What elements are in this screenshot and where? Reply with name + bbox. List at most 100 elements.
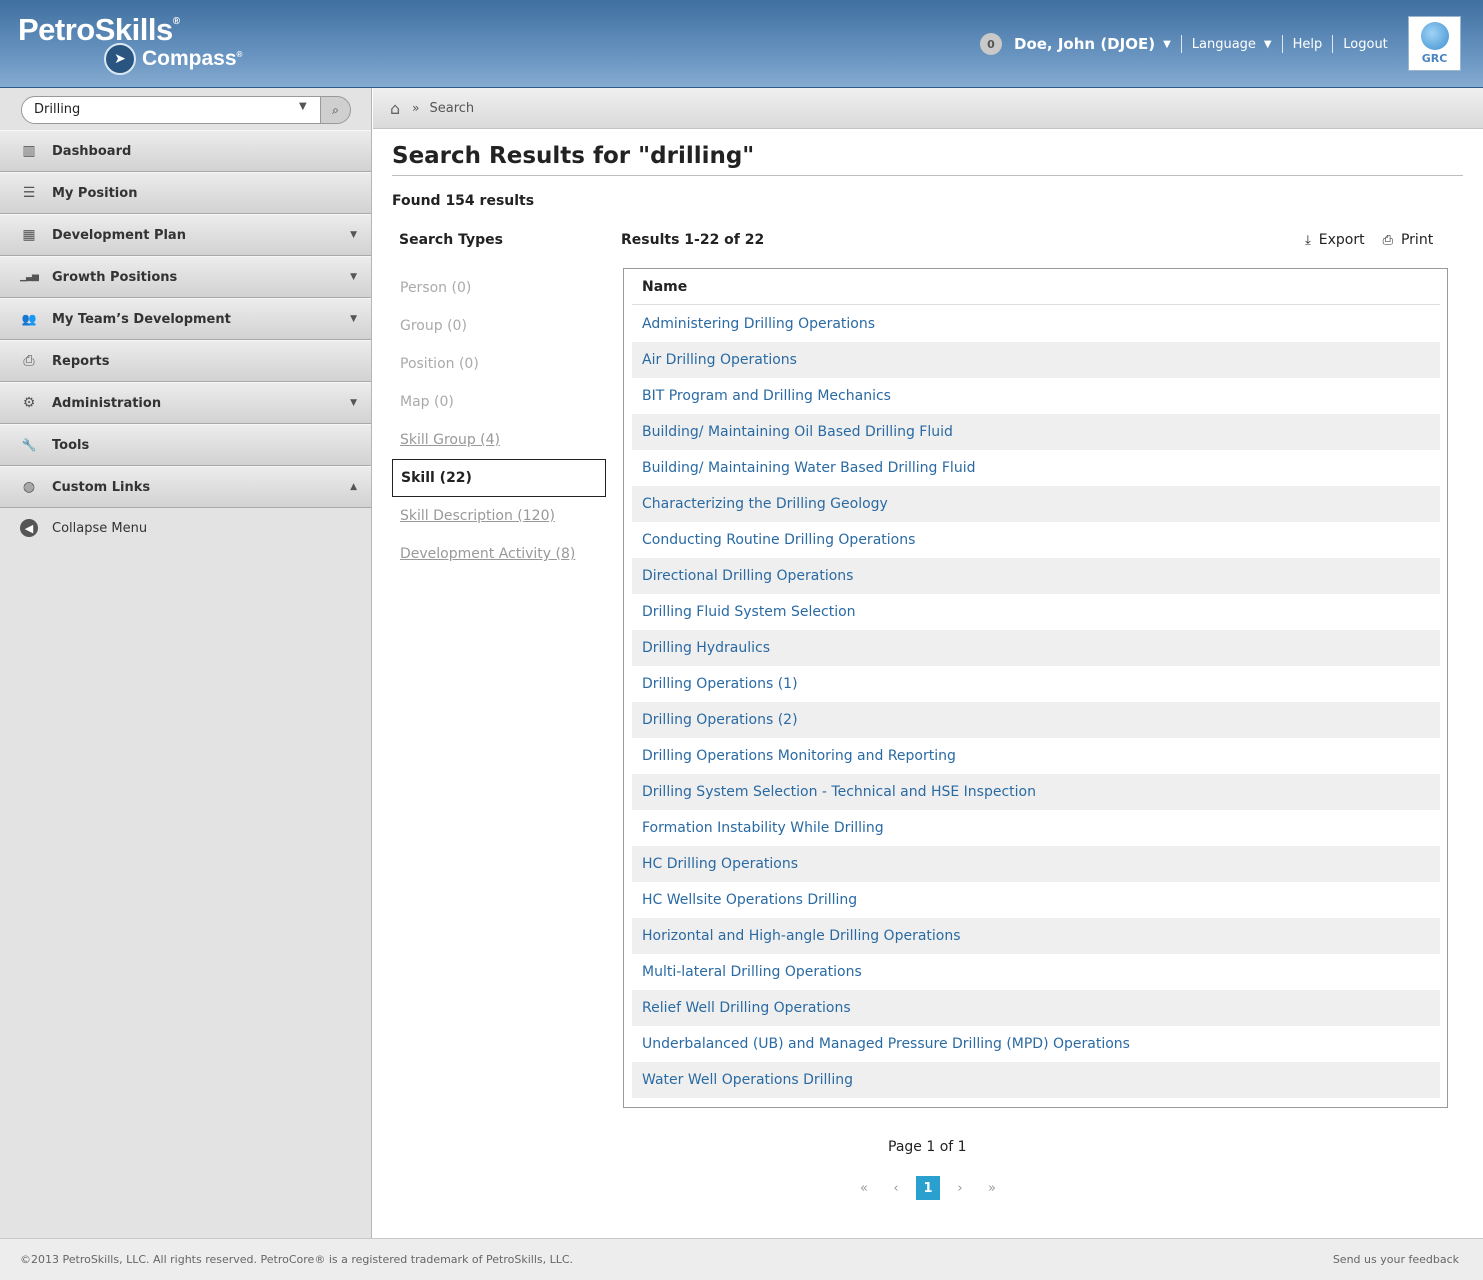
sidebar-item-my-position[interactable]: ☰ My Position [0, 172, 371, 214]
result-link[interactable]: Drilling Fluid System Selection [632, 594, 1440, 630]
product-name-text: Compass [142, 47, 237, 70]
chevron-down-icon[interactable]: ▼ [350, 398, 357, 408]
result-link[interactable]: Multi-lateral Drilling Operations [632, 954, 1440, 990]
grc-button[interactable]: GRC [1408, 16, 1461, 71]
chevron-up-icon[interactable]: ▲ [350, 482, 357, 492]
sidebar-item-development-plan[interactable]: ▦ Development Plan ▼ [0, 214, 371, 256]
result-link[interactable]: Administering Drilling Operations [632, 306, 1440, 342]
result-link[interactable]: Drilling Operations Monitoring and Repor… [632, 738, 1440, 774]
result-actions: ⤓ Export ⎙ Print [1305, 232, 1433, 248]
chevron-down-icon[interactable]: ▼ [299, 101, 307, 112]
printer-icon[interactable]: ⎙ [1383, 233, 1393, 248]
result-link[interactable]: Directional Drilling Operations [632, 558, 1440, 594]
wrench-icon: 🔧 [21, 438, 37, 452]
last-page-button[interactable]: » [980, 1176, 1004, 1200]
pager-status: Page 1 of 1 [888, 1139, 967, 1155]
chevron-down-icon[interactable]: ▼ [350, 272, 357, 282]
compass-icon: ➤ [104, 43, 136, 75]
list-icon: ☰ [22, 185, 36, 201]
search-type-skill[interactable]: Skill (22) [392, 459, 606, 497]
sidebar-item-label: My Team’s Development [52, 311, 231, 327]
search-type-skill-description[interactable]: Skill Description (120) [392, 497, 606, 535]
breadcrumb: ⌂ » Search [373, 88, 1483, 129]
result-link[interactable]: Drilling Hydraulics [632, 630, 1440, 666]
search-type-map: Map (0) [400, 394, 454, 410]
compass-logo[interactable]: ➤ Compass® [104, 43, 242, 75]
result-link[interactable]: HC Wellsite Operations Drilling [632, 882, 1440, 918]
search-type-development-activity[interactable]: Development Activity (8) [392, 535, 606, 573]
result-link[interactable]: Relief Well Drilling Operations [632, 990, 1440, 1026]
product-registered-mark: ® [236, 50, 243, 59]
divider [1281, 35, 1283, 53]
result-link[interactable]: Building/ Maintaining Oil Based Drilling… [632, 414, 1440, 450]
feedback-link[interactable]: Send us your feedback [1333, 1253, 1459, 1266]
sidebar-item-growth-positions[interactable]: ▁▃▅ Growth Positions ▼ [0, 256, 371, 298]
sidebar-item-label: Development Plan [52, 227, 186, 243]
sidebar-item-label: Custom Links [52, 479, 151, 495]
pagination: « ‹ 1 › » [852, 1176, 1012, 1200]
result-link[interactable]: Horizontal and High-angle Drilling Opera… [632, 918, 1440, 954]
collapse-menu-label: Collapse Menu [52, 520, 148, 536]
results-count: Found 154 results [392, 193, 535, 209]
search-button[interactable]: ⌕ [320, 96, 351, 124]
result-link[interactable]: Water Well Operations Drilling [632, 1062, 1440, 1098]
search-input[interactable]: Drilling [21, 96, 321, 124]
sidebar: Drilling ▼ ⌕ ▥ Dashboard ☰ My Position ▦… [0, 88, 372, 1238]
result-link[interactable]: BIT Program and Drilling Mechanics [632, 378, 1440, 414]
user-menu[interactable]: Doe, John (DJOE) [1014, 35, 1155, 53]
sidebar-item-custom-links[interactable]: ◍ Custom Links ▲ [0, 466, 371, 508]
first-page-button[interactable]: « [852, 1176, 876, 1200]
gears-icon: ⚙ [22, 395, 36, 411]
chevron-down-icon[interactable]: ▼ [350, 314, 357, 324]
product-name: Compass® [142, 47, 242, 71]
sidebar-nav: ▥ Dashboard ☰ My Position ▦ Development … [0, 130, 371, 548]
notification-badge[interactable]: 0 [980, 33, 1002, 55]
result-link[interactable]: Drilling Operations (2) [632, 702, 1440, 738]
export-button[interactable]: Export [1319, 232, 1365, 248]
sidebar-item-label: Dashboard [52, 143, 132, 159]
divider [1332, 35, 1334, 53]
sidebar-item-administration[interactable]: ⚙ Administration ▼ [0, 382, 371, 424]
search-types-heading: Search Types [399, 232, 503, 248]
sidebar-item-label: Administration [52, 395, 162, 411]
result-link[interactable]: Drilling System Selection - Technical an… [632, 774, 1440, 810]
breadcrumb-current: Search [429, 100, 475, 116]
download-icon[interactable]: ⤓ [1305, 233, 1311, 248]
result-link[interactable]: Air Drilling Operations [632, 342, 1440, 378]
chevron-down-icon[interactable]: ▼ [1264, 39, 1272, 50]
help-link[interactable]: Help [1293, 37, 1323, 52]
signal-icon: ▁▃▅ [20, 272, 39, 282]
chevron-down-icon[interactable]: ▼ [1163, 39, 1171, 50]
chevron-down-icon[interactable]: ▼ [350, 230, 357, 240]
globe-icon [1420, 22, 1449, 50]
page-1-button[interactable]: 1 [916, 1176, 940, 1200]
result-link[interactable]: Drilling Operations (1) [632, 666, 1440, 702]
sidebar-item-label: Reports [52, 353, 110, 369]
result-link[interactable]: Building/ Maintaining Water Based Drilli… [632, 450, 1440, 486]
result-link[interactable]: Conducting Routine Drilling Operations [632, 522, 1440, 558]
result-link[interactable]: Characterizing the Drilling Geology [632, 486, 1440, 522]
logout-link[interactable]: Logout [1343, 37, 1388, 52]
globe-icon: ◍ [22, 479, 36, 495]
result-link[interactable]: HC Drilling Operations [632, 846, 1440, 882]
language-menu[interactable]: Language [1192, 37, 1256, 52]
home-icon[interactable]: ⌂ [390, 99, 400, 118]
prev-page-button[interactable]: ‹ [884, 1176, 908, 1200]
column-header-name[interactable]: Name [632, 269, 1440, 305]
results-rows: Administering Drilling Operations Air Dr… [632, 306, 1440, 1098]
search-type-position: Position (0) [400, 356, 479, 372]
brand-name: PetroSkills [18, 12, 173, 47]
result-link[interactable]: Formation Instability While Drilling [632, 810, 1440, 846]
search-type-skill-group[interactable]: Skill Group (4) [392, 421, 606, 459]
app-header: PetroSkills ® ➤ Compass® 0 Doe, John (DJO… [0, 0, 1483, 88]
collapse-menu-button[interactable]: ◀ Collapse Menu [0, 508, 371, 548]
sidebar-item-dashboard[interactable]: ▥ Dashboard [0, 130, 371, 172]
sidebar-item-tools[interactable]: 🔧 Tools [0, 424, 371, 466]
divider [1180, 35, 1182, 53]
results-range: Results 1-22 of 22 [621, 232, 765, 248]
sidebar-item-my-teams-development[interactable]: 👥 My Team’s Development ▼ [0, 298, 371, 340]
result-link[interactable]: Underbalanced (UB) and Managed Pressure … [632, 1026, 1440, 1062]
sidebar-item-reports[interactable]: ⎙ Reports [0, 340, 371, 382]
print-button[interactable]: Print [1401, 232, 1433, 248]
next-page-button[interactable]: › [948, 1176, 972, 1200]
